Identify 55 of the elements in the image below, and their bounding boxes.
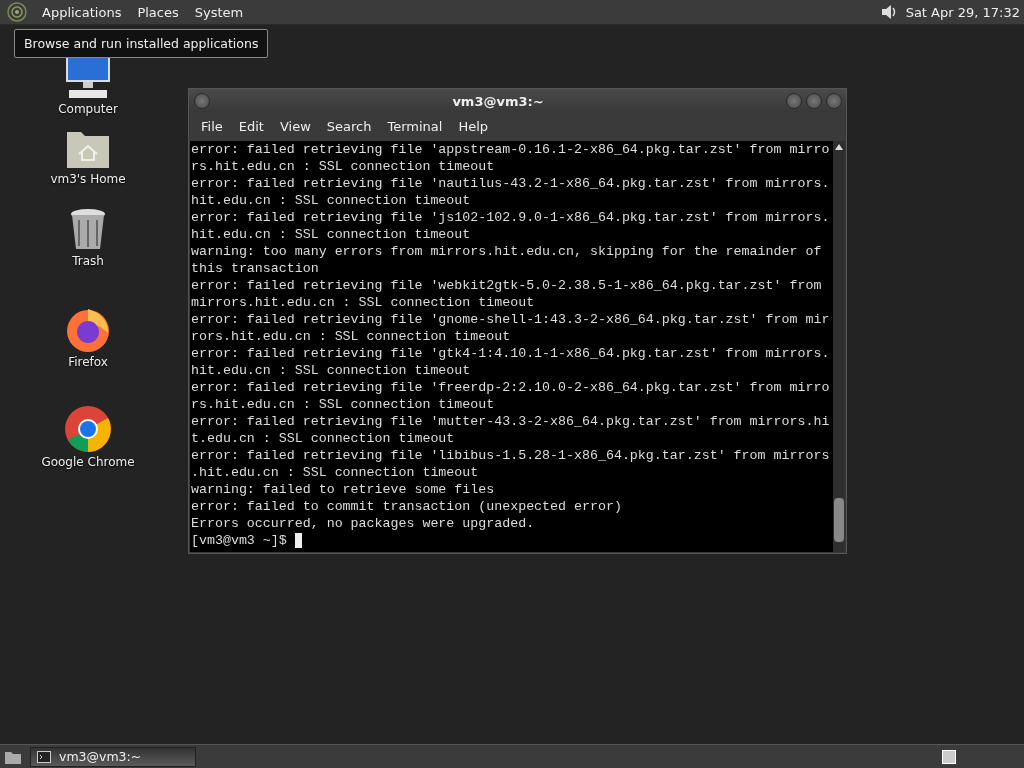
terminal-line: error: failed retrieving file 'libibus-1.5.28-1-x86_64.pkg.tar.zst' from mirrors <box>191 447 831 464</box>
menu-item[interactable]: View <box>271 118 319 134</box>
terminal-line: rs.hit.edu.cn : SSL connection timeout <box>191 158 496 175</box>
terminal-line: error: failed to commit transaction (unexpected error) <box>191 498 623 515</box>
desktop-icon-label[interactable]: Firefox <box>68 355 108 369</box>
terminal-line: hit.edu.cn : SSL connection timeout <box>191 362 472 379</box>
terminal-line: error: failed retrieving file 'gtk4-1:4.10.1-1-x86_64.pkg.tar.zst' from mirrors. <box>191 345 831 362</box>
scroll-up-icon[interactable] <box>835 144 843 150</box>
menu-item[interactable]: Edit <box>230 118 272 134</box>
terminal-line: warning: failed to retrieve some files <box>191 481 496 498</box>
desktop-icon-label[interactable]: Trash <box>72 254 104 268</box>
terminal-line: mirrors.hit.edu.cn : SSL connection timeout <box>191 294 536 311</box>
shell-prompt: [vm3@vm3 ~]$ <box>191 532 287 549</box>
trash-icon[interactable] <box>69 208 107 252</box>
terminal-line: error: failed retrieving file 'appstream-0.16.1-2-x86_64.pkg.tar.zst' from mirro <box>191 141 831 158</box>
menu-item[interactable]: File <box>193 118 231 134</box>
scrollbar[interactable] <box>833 141 845 552</box>
workspace-switcher[interactable] <box>942 749 956 764</box>
terminal-line: hit.edu.cn : SSL connection timeout <box>191 192 472 209</box>
terminal-line: .hit.edu.cn : SSL connection timeout <box>191 464 480 481</box>
close-button[interactable] <box>826 93 842 109</box>
terminal-line: hit.edu.cn : SSL connection timeout <box>191 226 472 243</box>
text-cursor <box>294 533 302 548</box>
menu-item[interactable]: Help <box>450 118 497 134</box>
minimize-button[interactable] <box>786 93 802 109</box>
terminal-line: error: failed retrieving file 'webkit2gtk-5.0-2.38.5-1-x86_64.pkg.tar.zst' from <box>191 277 823 294</box>
desktop-icon-label[interactable]: Computer <box>58 102 118 116</box>
panel-menu[interactable]: Applications <box>36 4 128 20</box>
menu-item[interactable]: Terminal <box>379 118 451 134</box>
terminal-line: error: failed retrieving file 'gnome-shell-1:43.3-2-x86_64.pkg.tar.zst' from mir <box>191 311 831 328</box>
desktop-icon-label[interactable]: vm3's Home <box>50 172 126 186</box>
terminal-icon <box>37 750 51 763</box>
scrollbar-thumb[interactable] <box>834 498 844 542</box>
maximize-button[interactable] <box>806 93 822 109</box>
speaker-icon[interactable] <box>879 3 898 21</box>
terminal-line: error: failed retrieving file 'js102-102.9.0-1-x86_64.pkg.tar.zst' from mirrors. <box>191 209 831 226</box>
chrome-icon[interactable] <box>64 405 112 453</box>
taskbar-button[interactable]: vm3@vm3:~ <box>30 746 196 767</box>
panel-menu[interactable]: System <box>188 4 250 20</box>
tooltip: Browse and run installed applications <box>14 29 269 58</box>
window-menu-button[interactable] <box>194 93 210 109</box>
terminal-line: rs.hit.edu.cn : SSL connection timeout <box>191 396 496 413</box>
menu-item[interactable]: Search <box>318 118 380 134</box>
window-title: vm3@vm3:~ <box>451 93 545 109</box>
terminal-line: warning: too many errors from mirrors.hit.edu.cn, skipping for the remainder of <box>191 243 823 260</box>
terminal-line: Errors occurred, no packages were upgraded. <box>191 515 536 532</box>
desktop-icon-label[interactable]: Google Chrome <box>41 455 135 469</box>
terminal-line: error: failed retrieving file 'nautilus-43.2-1-x86_64.pkg.tar.zst' from mirrors. <box>191 175 831 192</box>
terminal-line: error: failed retrieving file 'freerdp-2:2.10.0-2-x86_64.pkg.tar.zst' from mirro <box>191 379 831 396</box>
panel-menu[interactable]: Places <box>131 4 185 20</box>
clock[interactable]: Sat Apr 29, 17:32 <box>905 4 1020 20</box>
terminal-line: rors.hit.edu.cn : SSL connection timeout <box>191 328 512 345</box>
terminal-line: this transaction <box>191 260 320 277</box>
terminal-line: t.edu.cn : SSL connection timeout <box>191 430 456 447</box>
terminal-line: error: failed retrieving file 'mutter-43.3-2-x86_64.pkg.tar.zst' from mirrors.hi <box>191 413 831 430</box>
